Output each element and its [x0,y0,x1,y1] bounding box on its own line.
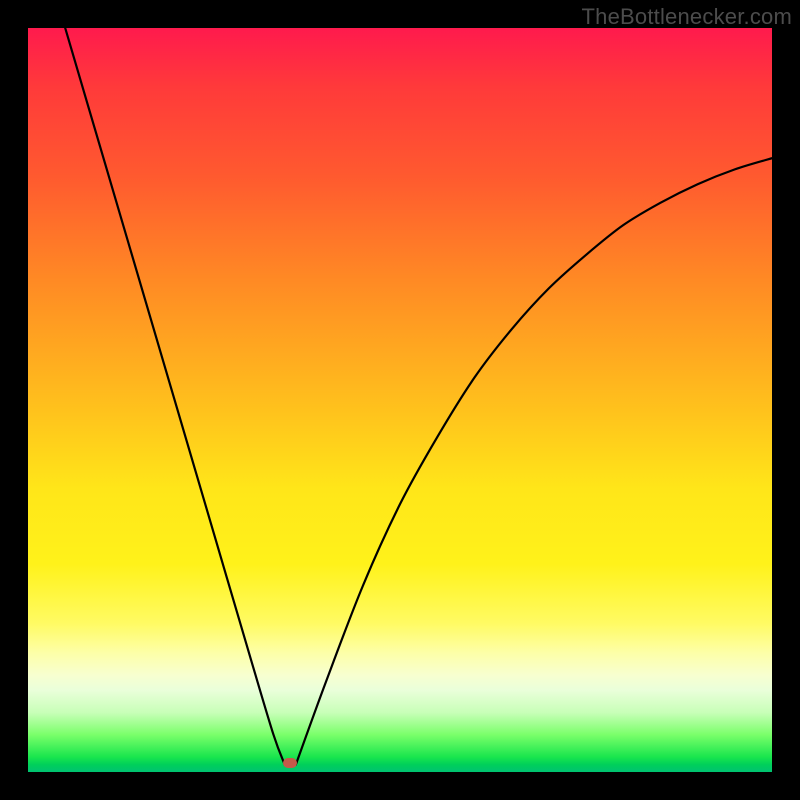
curve-right-branch [296,158,772,764]
watermark-text: TheBottlenecker.com [582,4,792,30]
curve-left-branch [65,28,284,765]
optimal-marker [283,758,297,768]
chart-frame: TheBottlenecker.com [0,0,800,800]
plot-area [28,28,772,772]
curve-layer [28,28,772,772]
